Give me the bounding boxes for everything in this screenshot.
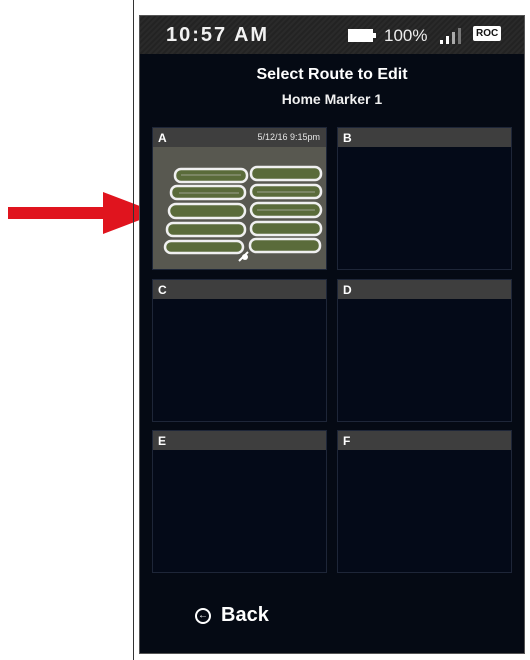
circle-arrow-left-icon: ←: [195, 607, 211, 624]
route-tile-e[interactable]: E: [152, 430, 327, 573]
signal-bars-icon: [440, 28, 461, 44]
page-title: Select Route to Edit: [256, 66, 408, 83]
battery-icon: [348, 29, 376, 42]
route-tile-header: F: [338, 431, 511, 450]
device-edge-line: [133, 0, 134, 660]
route-letter: E: [158, 434, 167, 448]
route-map-preview: [153, 147, 326, 269]
device-screen: 10:57 AM 100% ROC Select Route to Edit H…: [139, 15, 525, 654]
route-letter: A: [158, 131, 167, 145]
route-letter: F: [343, 434, 351, 448]
back-button[interactable]: ← Back: [195, 604, 269, 627]
route-tile-header: D: [338, 280, 511, 299]
route-date: 5/12/16 9:15pm: [257, 132, 320, 142]
route-tile-d[interactable]: D: [337, 279, 512, 422]
route-tile-header: A 5/12/16 9:15pm: [153, 128, 326, 147]
back-label: Back: [221, 604, 269, 626]
page-subtitle: Home Marker 1: [281, 91, 383, 107]
route-tile-f[interactable]: F: [337, 430, 512, 573]
route-letter: C: [158, 283, 167, 297]
clock: 10:57 AM: [166, 24, 270, 46]
route-tile-a[interactable]: A 5/12/16 9:15pm: [152, 127, 327, 270]
route-tile-b[interactable]: B: [337, 127, 512, 270]
route-letter: B: [343, 131, 352, 145]
route-tile-header: B: [338, 128, 511, 147]
route-tile-c[interactable]: C: [152, 279, 327, 422]
route-tile-header: C: [153, 280, 326, 299]
battery-percent: 100%: [384, 26, 428, 45]
carrier-badge: ROC: [473, 26, 502, 41]
route-letter: D: [343, 283, 352, 297]
status-bar: 10:57 AM 100% ROC: [140, 16, 524, 54]
route-tile-header: E: [153, 431, 326, 450]
annotation-arrow-icon: [8, 192, 158, 234]
